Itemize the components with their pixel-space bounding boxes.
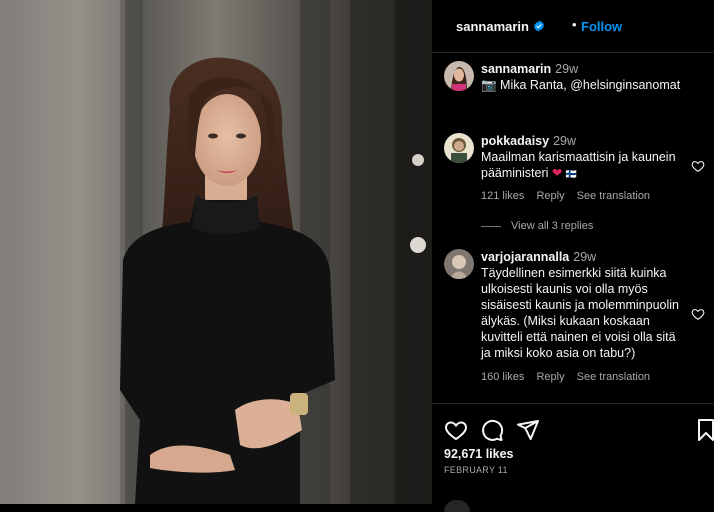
share-icon[interactable]: [516, 418, 540, 442]
comment-time[interactable]: 29w: [553, 134, 576, 148]
comment-item: varjojarannalla 29w Täydellinen esimerkki…: [444, 249, 705, 389]
like-comment-heart-icon[interactable]: [691, 159, 705, 173]
reply-thread-line: [481, 225, 501, 227]
author-avatar-image: [444, 61, 474, 91]
bookmark-icon[interactable]: [694, 418, 714, 442]
avatar[interactable]: [444, 61, 474, 91]
post-photo[interactable]: [0, 0, 432, 504]
comment-likes[interactable]: 121 likes: [481, 190, 524, 202]
caption-time[interactable]: 29w: [555, 62, 578, 76]
commenter-avatar-image: [444, 133, 474, 163]
comment-username[interactable]: varjojarannalla: [481, 250, 569, 264]
caption-text: 📷 Mika Ranta, @helsinginsanomat: [481, 78, 681, 92]
comment-text: Maailman karismaattisin ja kaunein päämi…: [481, 150, 676, 180]
portrait-illustration: [0, 0, 432, 504]
post-author-name[interactable]: sannamarin: [456, 19, 529, 34]
reply-button[interactable]: Reply: [536, 190, 564, 202]
commenter-avatar-image: [444, 249, 474, 279]
post-date[interactable]: FEBRUARY 11: [444, 465, 508, 475]
separator-dot: •: [572, 17, 577, 32]
comment-time[interactable]: 29w: [573, 250, 596, 264]
view-replies-label[interactable]: View all 3 replies: [511, 220, 593, 232]
verified-badge-icon: [534, 20, 544, 32]
partial-avatar: [444, 500, 470, 512]
post-like-count[interactable]: 92,671 likes: [444, 447, 514, 461]
caption: sannamarin 29w 📷 Mika Ranta, @helsinginsa…: [444, 61, 704, 101]
red-heart-emoji-icon: ❤: [551, 166, 563, 180]
see-translation-link[interactable]: See translation: [577, 190, 650, 202]
post-header: sannamarin • Follow: [432, 0, 714, 53]
comment-text: Täydellinen esimerkki siitä kuinka ulkoi…: [481, 266, 679, 360]
comment-body: pokkadaisy 29w Maailman karismaattisin ja…: [481, 133, 686, 182]
caption-body: sannamarin 29w 📷 Mika Ranta, @helsinginsa…: [481, 61, 686, 93]
comment-icon[interactable]: [480, 418, 504, 442]
follow-button[interactable]: Follow: [581, 19, 622, 34]
post-author-username[interactable]: sannamarin: [456, 19, 545, 34]
comment-item: pokkadaisy 29w Maailman karismaattisin ja…: [444, 133, 705, 208]
avatar[interactable]: [444, 249, 474, 279]
comment-meta: 121 likes Reply See translation: [481, 190, 659, 202]
post-detail-panel: sannamarin • Follow sannamarin 29w 📷 Mika…: [432, 0, 714, 512]
comment-meta: 160 likes Reply See translation: [481, 371, 659, 383]
view-replies-button[interactable]: View all 3 replies: [481, 220, 593, 232]
like-comment-heart-icon[interactable]: [691, 307, 705, 321]
see-translation-link[interactable]: See translation: [577, 371, 650, 383]
comment-username[interactable]: pokkadaisy: [481, 134, 549, 148]
spacer: [416, 0, 417, 1]
comment-likes[interactable]: 160 likes: [481, 371, 524, 383]
avatar[interactable]: [444, 133, 474, 163]
comment-body: varjojarannalla 29w Täydellinen esimerkki…: [481, 249, 686, 361]
finland-flag-emoji: 🇫🇮: [565, 169, 578, 179]
heart-icon[interactable]: [444, 418, 468, 442]
post-actions-bar: 92,671 likes FEBRUARY 11: [432, 403, 714, 512]
caption-username[interactable]: sannamarin: [481, 62, 551, 76]
reply-button[interactable]: Reply: [536, 371, 564, 383]
